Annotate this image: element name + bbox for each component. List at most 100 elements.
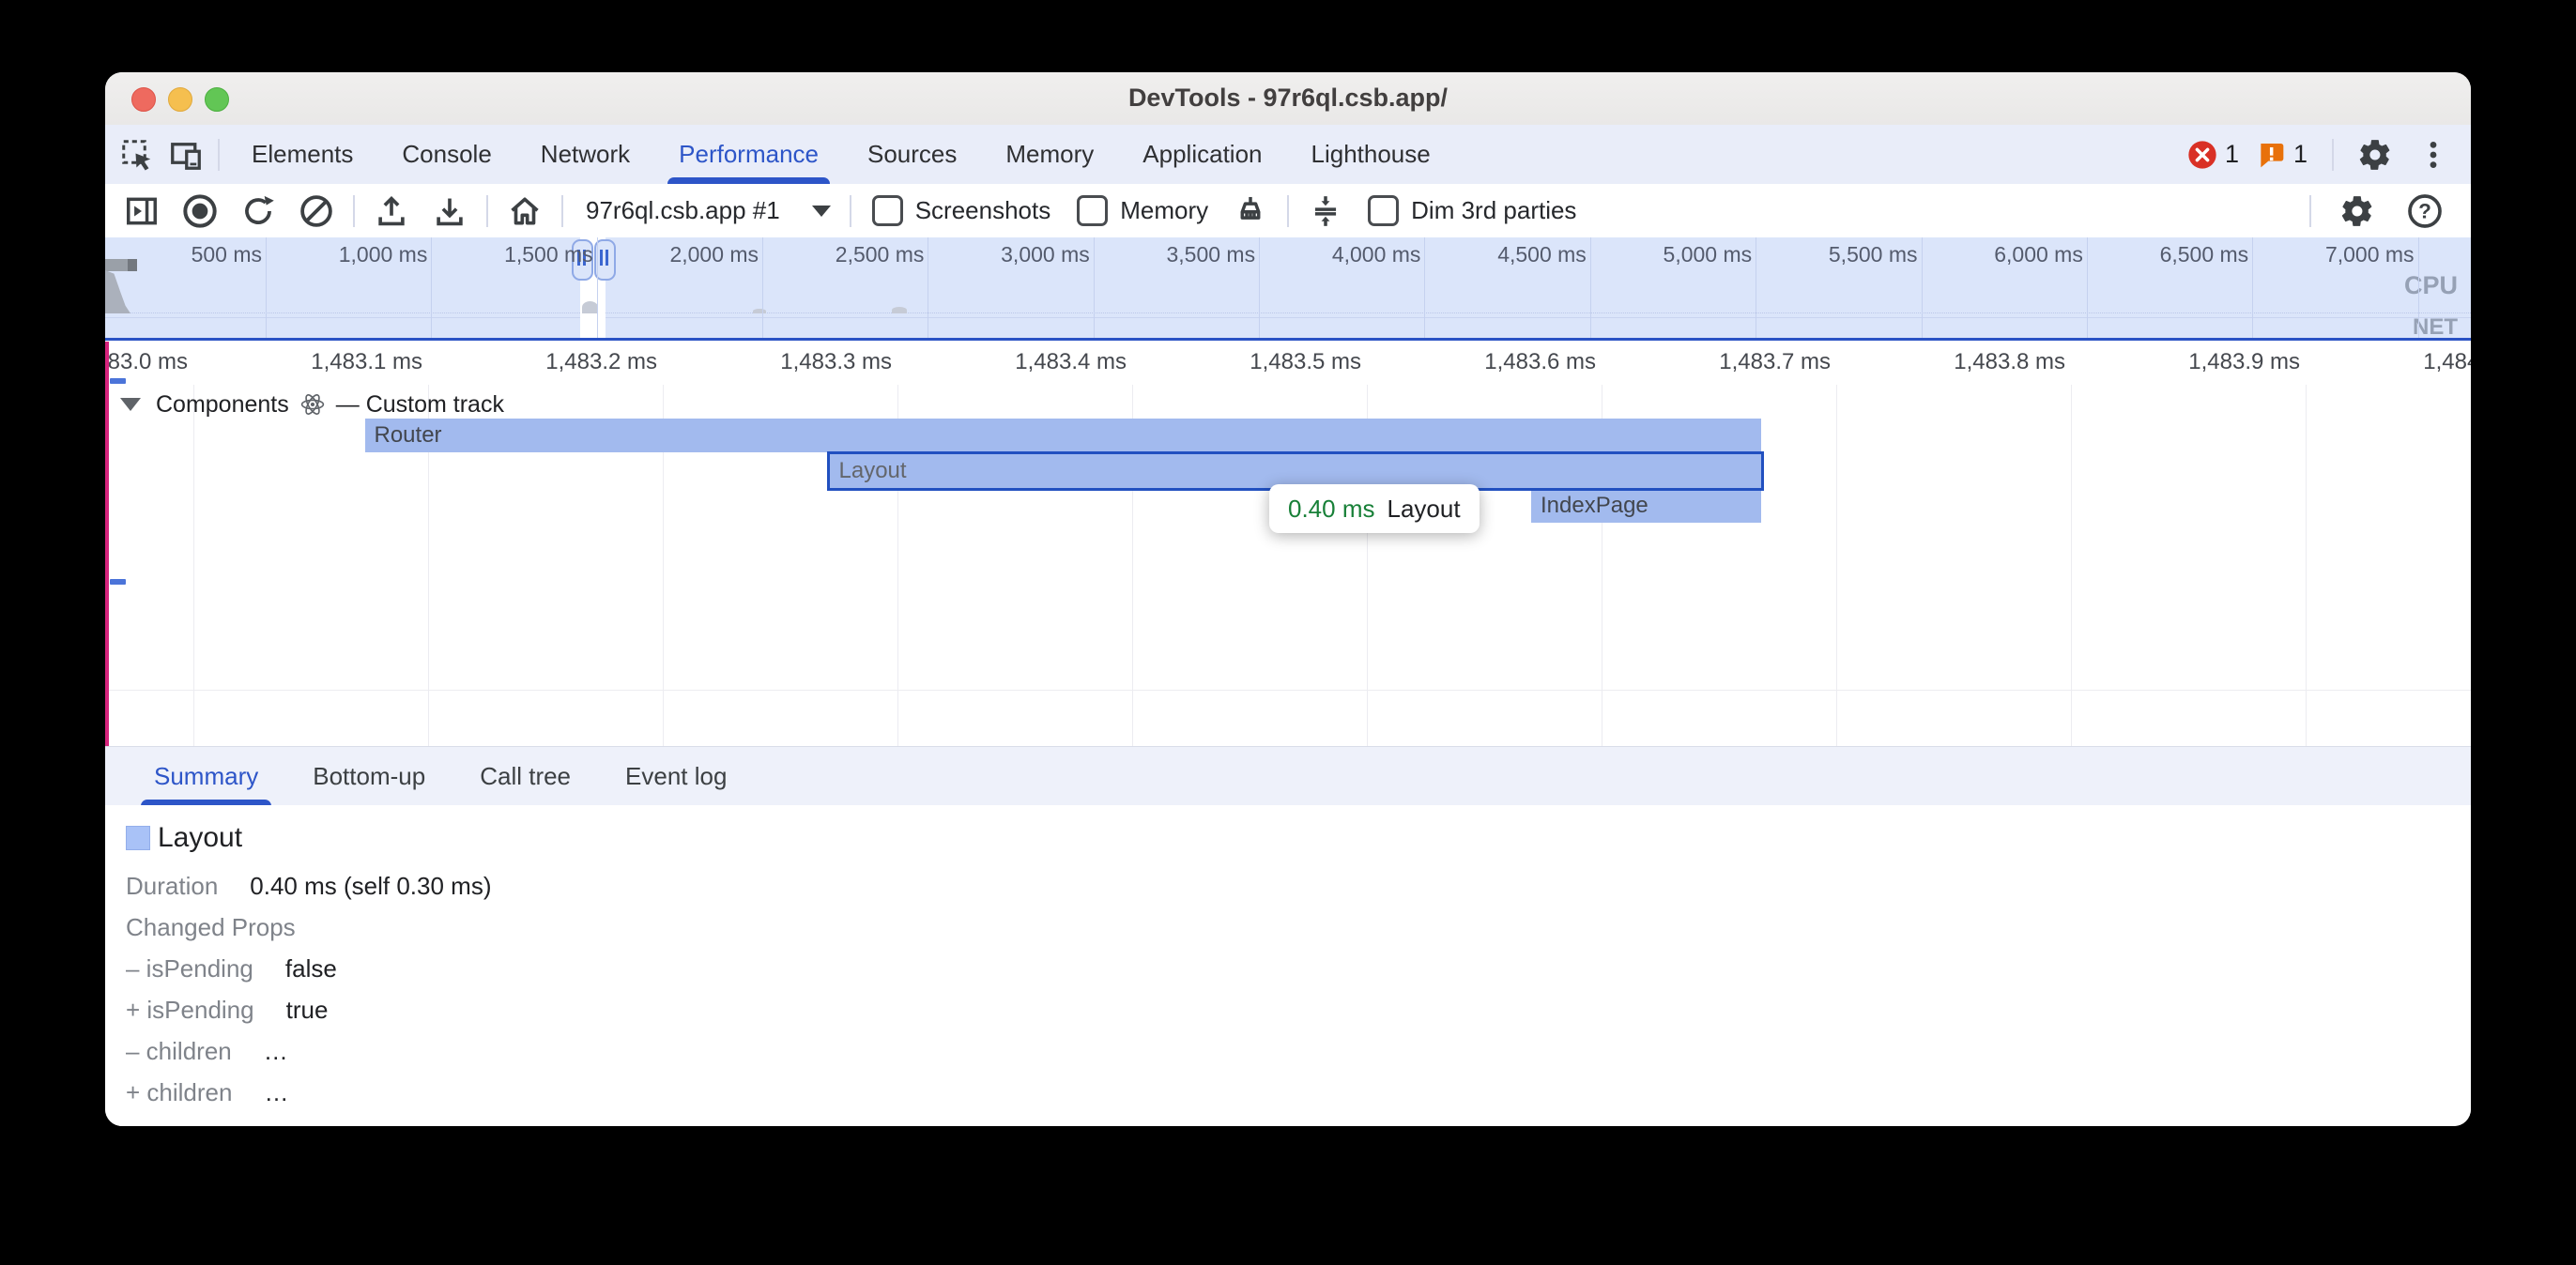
error-count: 1 — [2225, 140, 2239, 169]
checkbox-icon — [1077, 195, 1108, 226]
target-select[interactable]: 97r6ql.csb.app #1 — [571, 196, 842, 225]
overview-gridline — [1259, 237, 1260, 338]
overview-gridline — [2252, 237, 2253, 338]
flame-gridline — [2306, 385, 2307, 746]
overview-tick-label: 1,500 ms — [434, 242, 593, 267]
dim-3rd-parties-checkbox[interactable]: Dim 3rd parties — [1368, 195, 1576, 226]
overview-gridline — [1922, 237, 1923, 338]
summary-row-value: … — [264, 1037, 288, 1066]
summary-row-value: … — [264, 1078, 288, 1107]
overview-gridline — [1424, 237, 1425, 338]
tabbar-separator — [218, 139, 220, 171]
toolbar-separator — [353, 195, 355, 227]
ruler-tick-label: 1,483.5 ms — [1127, 349, 1361, 375]
tabbar-right-cluster: 1 1 — [2187, 130, 2458, 179]
ruler-tick-label: 1,484.0 ms — [2300, 349, 2471, 375]
upload-icon — [374, 193, 409, 229]
summary-row-value: 0.40 ms (self 0.30 ms) — [250, 872, 491, 901]
screenshots-label: Screenshots — [915, 196, 1051, 225]
timeline-overview[interactable]: CPU NET 500 ms1,000 ms1,500 ms2,000 ms2,… — [105, 237, 2471, 338]
capture-settings-button[interactable] — [2333, 187, 2382, 236]
tab-call-tree[interactable]: Call tree — [459, 747, 591, 806]
record-and-reload-button[interactable] — [234, 187, 283, 236]
help-button[interactable]: ? — [2400, 187, 2449, 236]
summary-row: + children … — [126, 1075, 288, 1109]
memory-checkbox[interactable]: Memory — [1077, 195, 1208, 226]
flamechart-area[interactable]: Components — Custom track RouterLayoutIn… — [105, 385, 2471, 746]
track-header[interactable]: Components — Custom track — [120, 390, 504, 419]
overview-tick-label: 1,000 ms — [268, 242, 427, 267]
flame-bar-indexpage[interactable]: IndexPage — [1531, 489, 1761, 523]
block-icon — [299, 193, 334, 229]
tooltip-entry-name: Layout — [1388, 495, 1461, 524]
entry-color-swatch — [126, 826, 150, 850]
checkbox-icon — [1368, 195, 1399, 226]
device-toolbar-button[interactable] — [161, 130, 210, 179]
flamechart-tooltip: 0.40 ms Layout — [1269, 484, 1480, 533]
summary-row-label: + children — [126, 1078, 232, 1107]
tab-console[interactable]: Console — [383, 125, 510, 184]
inspect-element-button[interactable] — [113, 130, 161, 179]
toggle-sidebar-button[interactable] — [117, 187, 166, 236]
track-title: Components — [156, 391, 289, 419]
clear-recording-button[interactable] — [292, 187, 341, 236]
ruler-tick-label: 1,483.8 ms — [1831, 349, 2065, 375]
devtools-tab-strip: ElementsConsoleNetworkPerformanceSources… — [227, 125, 1455, 184]
gear-icon — [2339, 193, 2375, 229]
overview-gridline — [2087, 237, 2088, 338]
toolbar-separator — [486, 195, 488, 227]
overview-gridline — [1590, 237, 1591, 338]
desktop: { "window": { "title": "DevTools - 97r6q… — [0, 0, 2576, 1265]
ruler-tick-label: 1,483.0 ms — [105, 349, 188, 375]
tab-performance[interactable]: Performance — [660, 125, 837, 184]
tab-application[interactable]: Application — [1124, 125, 1280, 184]
load-profile-button[interactable] — [367, 187, 416, 236]
summary-row-value: true — [286, 996, 329, 1025]
tab-memory[interactable]: Memory — [987, 125, 1112, 184]
memory-label: Memory — [1120, 196, 1208, 225]
expander-triangle-icon[interactable] — [120, 398, 141, 411]
garbage-collect-icon — [1233, 193, 1268, 229]
overview-tick-label: 2,500 ms — [764, 242, 924, 267]
ignore-listing-button[interactable] — [1301, 187, 1350, 236]
flame-bar-layout[interactable]: Layout — [830, 454, 1762, 488]
live-metrics-button[interactable] — [500, 187, 549, 236]
reload-icon — [240, 193, 276, 229]
track-marker-dash — [110, 579, 126, 585]
summary-row-label: Duration — [126, 872, 218, 901]
sidebar-toggle-icon — [124, 193, 160, 229]
screenshots-checkbox[interactable]: Screenshots — [872, 195, 1051, 226]
devtools-settings-button[interactable] — [2351, 130, 2400, 179]
home-icon — [507, 193, 543, 229]
tab-lighthouse[interactable]: Lighthouse — [1293, 125, 1449, 184]
inspect-cursor-icon — [120, 138, 154, 172]
tab-event-log[interactable]: Event log — [605, 747, 747, 806]
devtools-tabbar: ElementsConsoleNetworkPerformanceSources… — [105, 125, 2471, 185]
cpu-lane-label: CPU — [2404, 271, 2458, 300]
tab-network[interactable]: Network — [522, 125, 649, 184]
more-options-button[interactable] — [2409, 130, 2458, 179]
issues-button[interactable]: 1 — [2256, 130, 2315, 179]
ruler-tick-label: 1,483.6 ms — [1361, 349, 1596, 375]
tab-sources[interactable]: Sources — [849, 125, 975, 184]
tabbar-separator — [2332, 139, 2334, 171]
flame-gridline — [193, 385, 194, 746]
react-atom-icon — [300, 392, 325, 417]
track-subtitle: — Custom track — [336, 391, 504, 419]
record-button[interactable] — [176, 187, 224, 236]
tab-bottom-up[interactable]: Bottom-up — [292, 747, 446, 806]
ruler-tick-label: 1,483.4 ms — [892, 349, 1127, 375]
toolbar-separator — [2309, 195, 2311, 227]
save-profile-button[interactable] — [425, 187, 474, 236]
console-errors-button[interactable]: 1 — [2187, 130, 2246, 179]
tab-summary[interactable]: Summary — [133, 747, 279, 806]
perf-toolbar-right: ? — [2302, 187, 2454, 236]
flame-bar-router[interactable]: Router — [365, 419, 1762, 452]
tab-elements[interactable]: Elements — [233, 125, 372, 184]
flame-gridline — [1836, 385, 1837, 746]
overview-gridline — [1094, 237, 1095, 338]
track-bottom-line — [105, 690, 2471, 691]
issues-count: 1 — [2293, 140, 2308, 169]
track-marker-dash — [110, 378, 126, 384]
collect-garbage-button[interactable] — [1226, 187, 1275, 236]
